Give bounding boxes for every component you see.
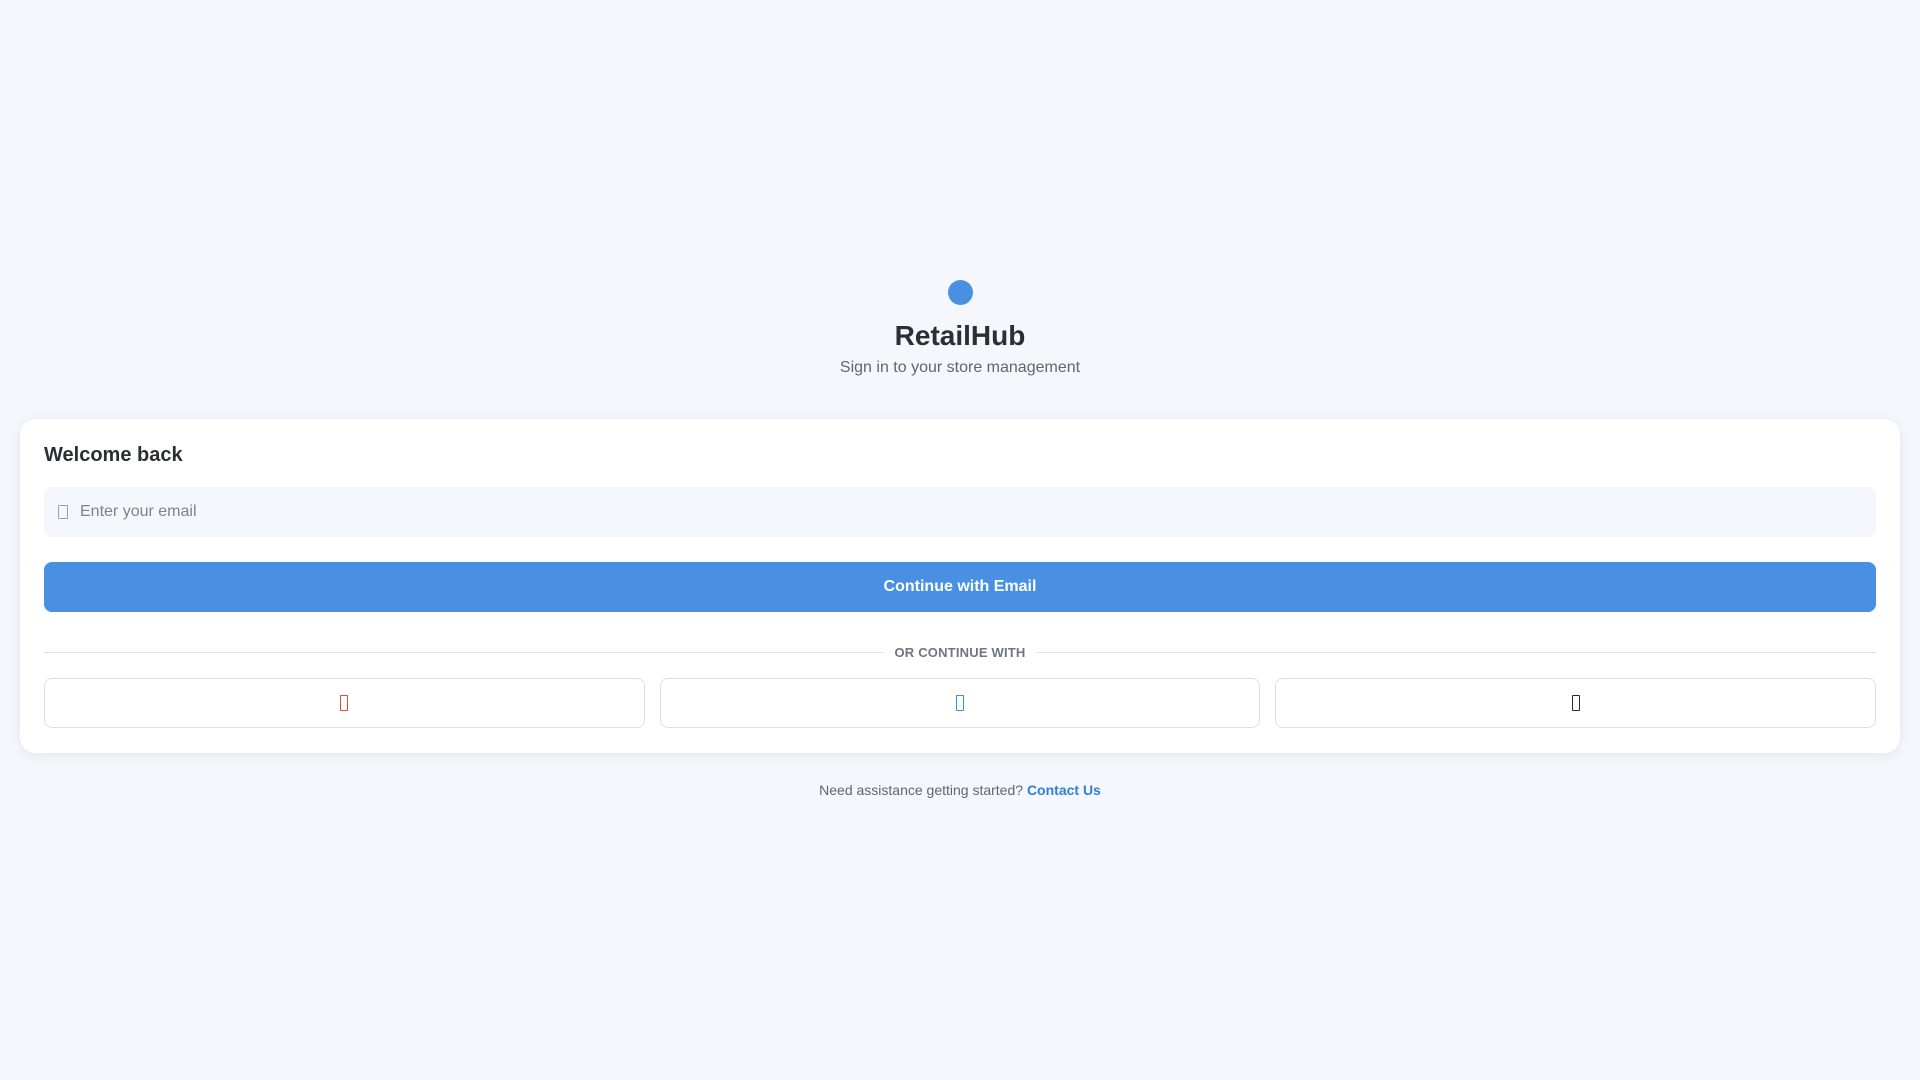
card-heading: Welcome back — [44, 444, 183, 466]
microsoft-sign-in-button[interactable] — [659, 678, 1261, 728]
help-footer: Need assistance getting started? Contact… — [0, 781, 1920, 799]
contact-us-link[interactable]: Contact Us — [1027, 782, 1101, 798]
continue-with-email-button[interactable]: Continue with Email — [44, 562, 1876, 612]
mail-icon — [58, 505, 68, 519]
divider-line — [1036, 651, 1876, 653]
microsoft-icon — [956, 695, 964, 711]
divider-label: OR CONTINUE WITH — [894, 644, 1026, 660]
brand-header: RetailHub Sign in to your store manageme… — [0, 280, 1920, 378]
google-icon — [340, 695, 349, 711]
logo-icon — [947, 280, 973, 305]
email-input[interactable] — [80, 488, 1876, 536]
social-login-row — [44, 678, 1877, 728]
app-subtitle: Sign in to your store management — [839, 359, 1081, 376]
divider-line — [44, 651, 884, 653]
help-prompt: Need assistance getting started? — [819, 782, 1027, 798]
app-title: RetailHub — [894, 320, 1026, 351]
sign-in-card: Welcome back Continue with Email OR CONT… — [20, 419, 1900, 753]
apple-sign-in-button[interactable] — [1275, 678, 1877, 728]
or-divider: OR CONTINUE WITH — [44, 644, 1876, 660]
email-field[interactable] — [44, 487, 1876, 537]
sign-in-page: RetailHub Sign in to your store manageme… — [0, 0, 1920, 1080]
apple-icon — [1571, 695, 1580, 711]
google-sign-in-button[interactable] — [44, 678, 645, 728]
